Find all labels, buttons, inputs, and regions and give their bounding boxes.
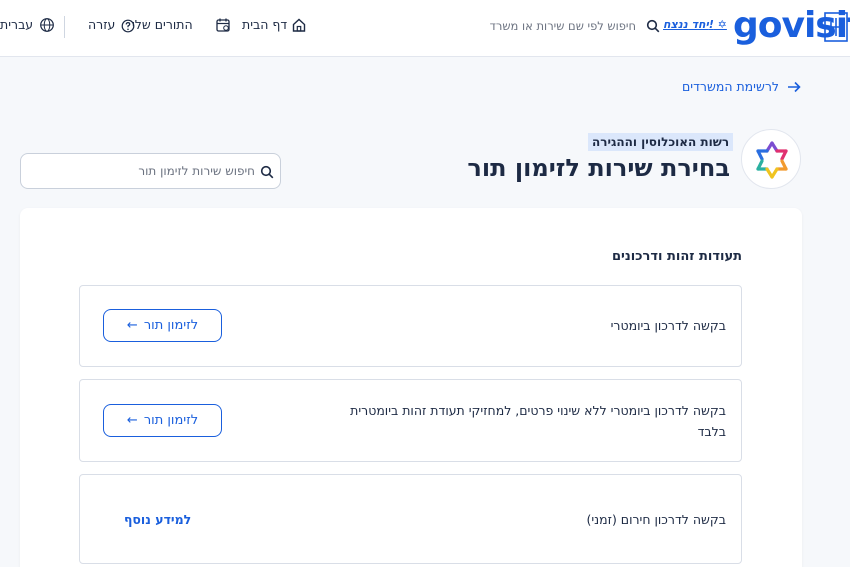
book-button-label: לזימון תור xyxy=(143,318,199,333)
search-icon[interactable] xyxy=(646,19,660,33)
service-card: בקשה לדרכון ביומטרי לזימון תור ← xyxy=(79,285,742,367)
service-label: בקשה לדרכון חירום (זמני) xyxy=(586,512,726,527)
site-header: govisit יחד ננצח! ✡ חיפוש לפי שם שירות א… xyxy=(0,0,850,57)
calendar-icon[interactable] xyxy=(215,17,231,33)
nav-my-appointments[interactable]: התורים שלי xyxy=(132,16,193,34)
page-title: בחירת שירות לזימון תור xyxy=(467,154,730,182)
service-card: בקשה לדרכון חירום (זמני) למידע נוסף xyxy=(79,474,742,564)
book-button-label: לזימון תור xyxy=(143,413,199,428)
nav-help[interactable]: עזרה xyxy=(88,16,115,34)
arrow-left-icon: ← xyxy=(126,413,138,428)
service-label: בקשה לדרכון ביומטרי xyxy=(610,318,726,333)
search-icon xyxy=(260,165,274,179)
header-search-input[interactable]: חיפוש לפי שם שירות או משרד xyxy=(480,18,636,34)
language-selector[interactable]: עברית xyxy=(0,16,33,34)
service-search-input[interactable]: חיפוש שירות לזימון תור xyxy=(20,153,281,189)
globe-icon[interactable] xyxy=(39,17,55,33)
home-icon[interactable] xyxy=(291,17,307,33)
service-label-line1: בקשה לדרכון ביומטרי ללא שינוי פרטים, למח… xyxy=(350,403,726,418)
ministry-name-tag: רשות האוכלוסין וההגירה xyxy=(588,133,734,151)
more-info-link[interactable]: למידע נוסף xyxy=(124,512,191,528)
arrow-right-icon[interactable] xyxy=(787,81,801,93)
service-search-placeholder: חיפוש שירות לזימון תור xyxy=(138,164,255,178)
service-card: בקשה לדרכון ביומטרי ללא שינוי פרטים, למח… xyxy=(79,379,742,462)
govisit-logo[interactable]: govisit xyxy=(733,5,850,47)
nav-home[interactable]: דף הבית xyxy=(242,16,287,34)
help-icon[interactable] xyxy=(121,19,135,33)
arrow-left-icon: ← xyxy=(126,318,138,333)
star-of-david-icon xyxy=(756,141,788,179)
header-divider xyxy=(64,16,65,38)
back-to-ministries-link[interactable]: לרשימת המשרדים xyxy=(682,79,779,95)
ministry-logo xyxy=(741,129,801,189)
slogan-badge: יחד ננצח! ✡ xyxy=(663,18,727,31)
book-appointment-button[interactable]: לזימון תור ← xyxy=(103,309,222,342)
section-title: תעודות זהות ודרכונים xyxy=(611,249,742,264)
book-appointment-button[interactable]: לזימון תור ← xyxy=(103,404,222,437)
service-label-line2: בלבד xyxy=(697,424,726,439)
